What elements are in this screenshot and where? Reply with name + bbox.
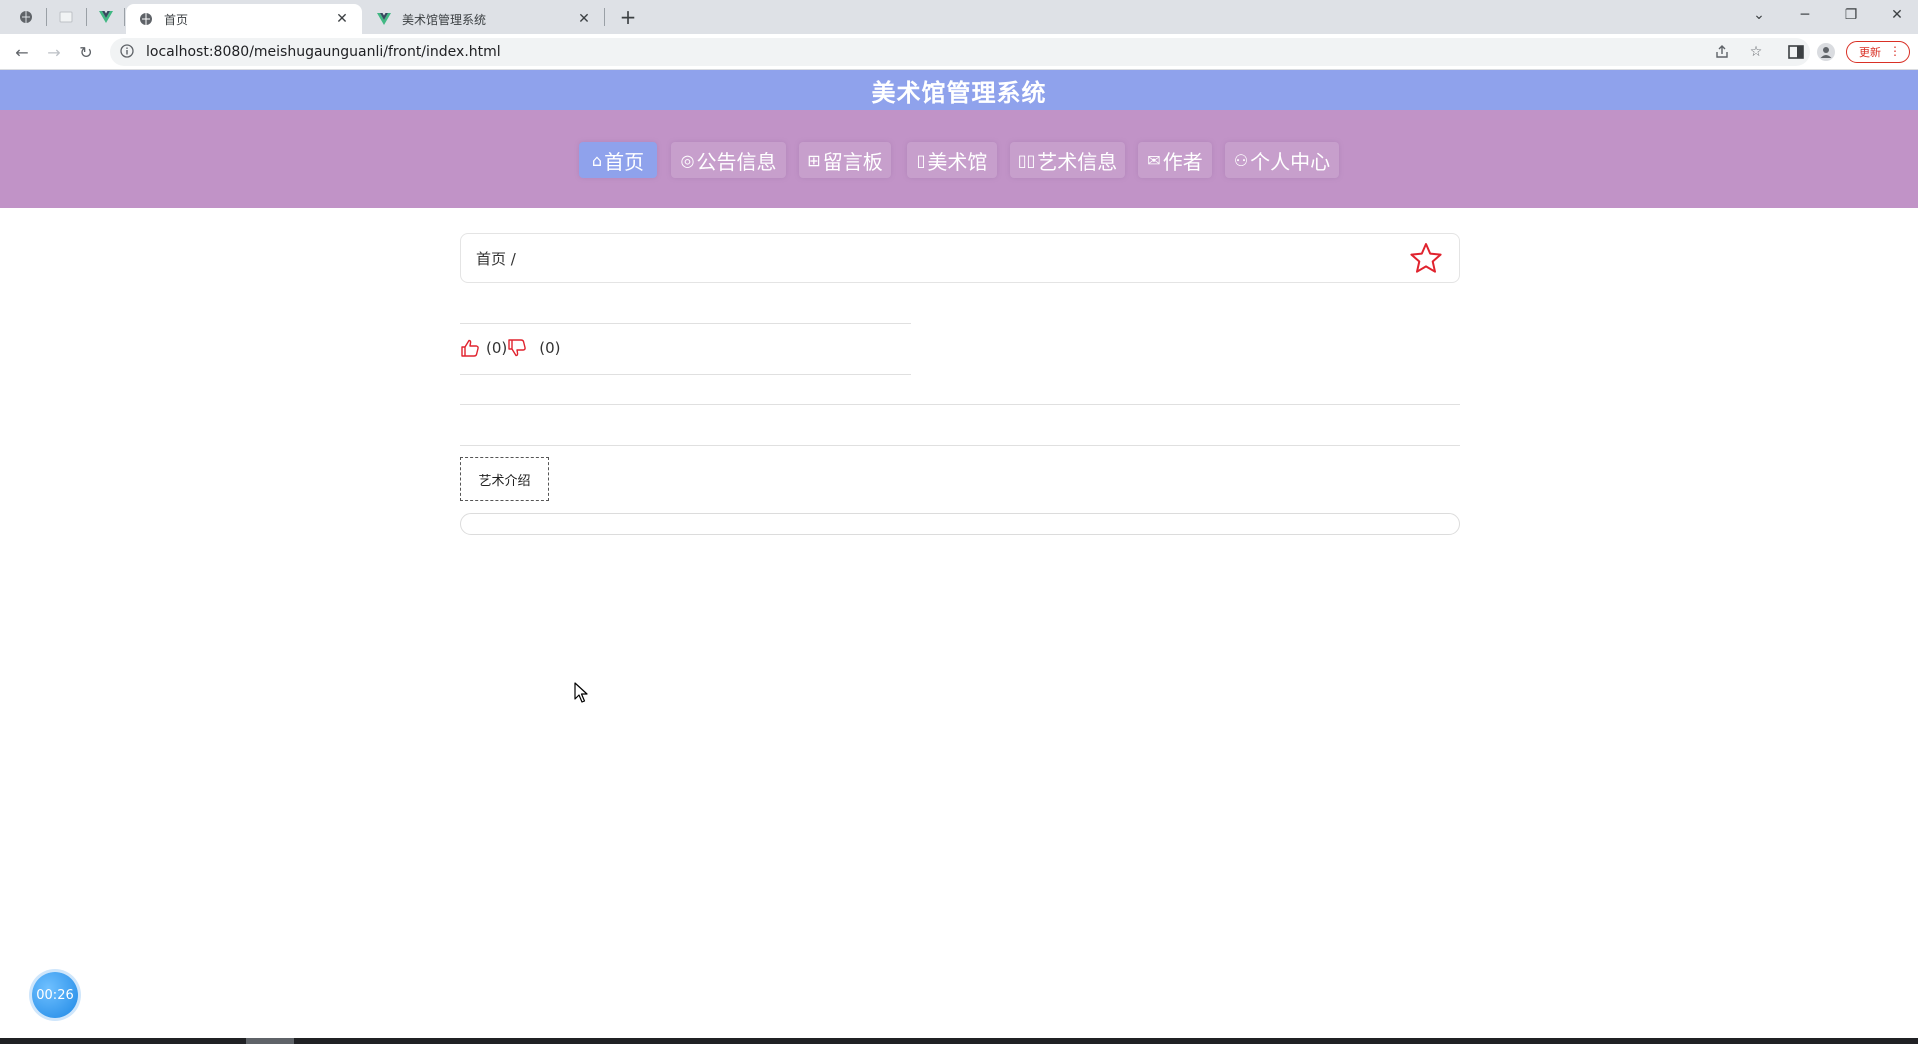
home-icon: ⌂ [591,150,603,170]
bell-icon: ◎ [680,150,695,170]
divider [460,323,911,324]
menu-dots-icon: ⋮ [1889,44,1901,58]
mail-icon: ✉ [1147,150,1161,170]
bookmark-star-icon[interactable]: ☆ [1746,42,1766,62]
url-text: localhost:8080/meishugaunguanli/front/in… [146,44,501,60]
scroll-thumb[interactable] [246,1038,294,1044]
thumbs-down-icon[interactable] [507,339,527,357]
browser-toolbar: ← → ↻ localhost:8080/meishugaunguanli/fr… [0,34,1918,70]
site-header: 美术馆管理系统 [0,70,1918,110]
blank-page-icon[interactable] [54,6,78,28]
divider [460,374,911,375]
bottom-bar [0,1038,1918,1044]
close-icon[interactable]: ✕ [576,11,592,27]
nav-label: 美术馆 [927,149,988,174]
nav-label: 留言板 [822,149,883,174]
profile-icon[interactable] [1816,42,1836,62]
divider [460,404,1460,405]
minimize-icon[interactable]: ─ [1782,0,1828,30]
breadcrumb: 首页 / [460,233,1460,283]
upvote-count: 0 [491,339,502,357]
nav-label: 艺术信息 [1037,149,1118,174]
tab-title: 美术馆管理系统 [402,12,487,27]
nav-label: 公告信息 [696,149,777,174]
tab-title: 首页 [164,12,189,27]
breadcrumb-text[interactable]: 首页 / [476,248,516,269]
nav-label: 作者 [1162,149,1203,174]
nav-item-message-board[interactable]: ⊞ 留言板 [799,142,891,178]
vue-logo-icon [376,11,392,27]
mouse-cursor-icon [574,682,590,708]
side-panel-icon[interactable] [1786,42,1806,62]
nav-item-home[interactable]: ⌂ 首页 [579,142,657,178]
nav-item-authors[interactable]: ✉ 作者 [1138,142,1212,178]
update-label: 更新 [1859,46,1881,59]
update-button[interactable]: 更新 ⋮ [1846,41,1910,63]
nav-item-announcements[interactable]: ◎ 公告信息 [671,142,786,178]
site-title: 美术馆管理系统 [871,78,1047,107]
nav-item-personal-center[interactable]: ⚇ 个人中心 [1225,142,1339,178]
downvote-count: 0 [545,339,555,357]
forward-icon[interactable]: → [42,40,66,64]
favorite-star-icon[interactable] [1409,241,1443,275]
restore-icon[interactable]: ❐ [1828,0,1874,30]
recording-timer[interactable]: 00:26 [32,972,78,1018]
nav-label: 个人中心 [1250,149,1331,174]
grid-icon: ⊞ [807,150,821,170]
close-icon[interactable]: ✕ [334,11,350,27]
nav-label: 首页 [604,149,645,174]
divider [460,445,1460,446]
globe-icon [138,11,154,27]
share-icon[interactable] [1712,42,1732,62]
globe-icon[interactable] [14,6,38,28]
back-icon[interactable]: ← [10,40,34,64]
browser-tabstrip: 首页 ✕ 美术馆管理系统 ✕ + ⌄ ─ ❐ ✕ [0,0,1918,34]
doc-icon: ▯ [916,150,926,170]
thumbs-up-icon[interactable] [460,339,480,357]
info-icon[interactable] [120,43,136,61]
tab-art-introduction[interactable]: 艺术介绍 [460,457,549,501]
vue-logo-icon[interactable] [94,6,118,28]
close-window-icon[interactable]: ✕ [1874,0,1918,30]
columns-icon: ▯▯ [1017,150,1036,170]
tab-gallery-system[interactable]: 美术馆管理系统 ✕ [364,4,604,34]
tab-home[interactable]: 首页 ✕ [126,4,362,34]
vote-bar: (0) (0) [460,336,561,360]
main-nav: ⌂ 首页 ◎ 公告信息 ⊞ 留言板 ▯ 美术馆 ▯▯ 艺术信息 ✉ 作者 ⚇ 个… [0,110,1918,208]
reload-icon[interactable]: ↻ [74,40,98,64]
user-icon: ⚇ [1233,150,1249,170]
nav-item-art-info[interactable]: ▯▯ 艺术信息 [1010,142,1125,178]
new-tab-button[interactable]: + [614,5,642,29]
tab-search-icon[interactable]: ⌄ [1736,0,1782,30]
nav-item-gallery[interactable]: ▯ 美术馆 [907,142,997,178]
address-bar[interactable]: localhost:8080/meishugaunguanli/front/in… [110,38,1810,66]
art-introduction-content [460,513,1460,535]
